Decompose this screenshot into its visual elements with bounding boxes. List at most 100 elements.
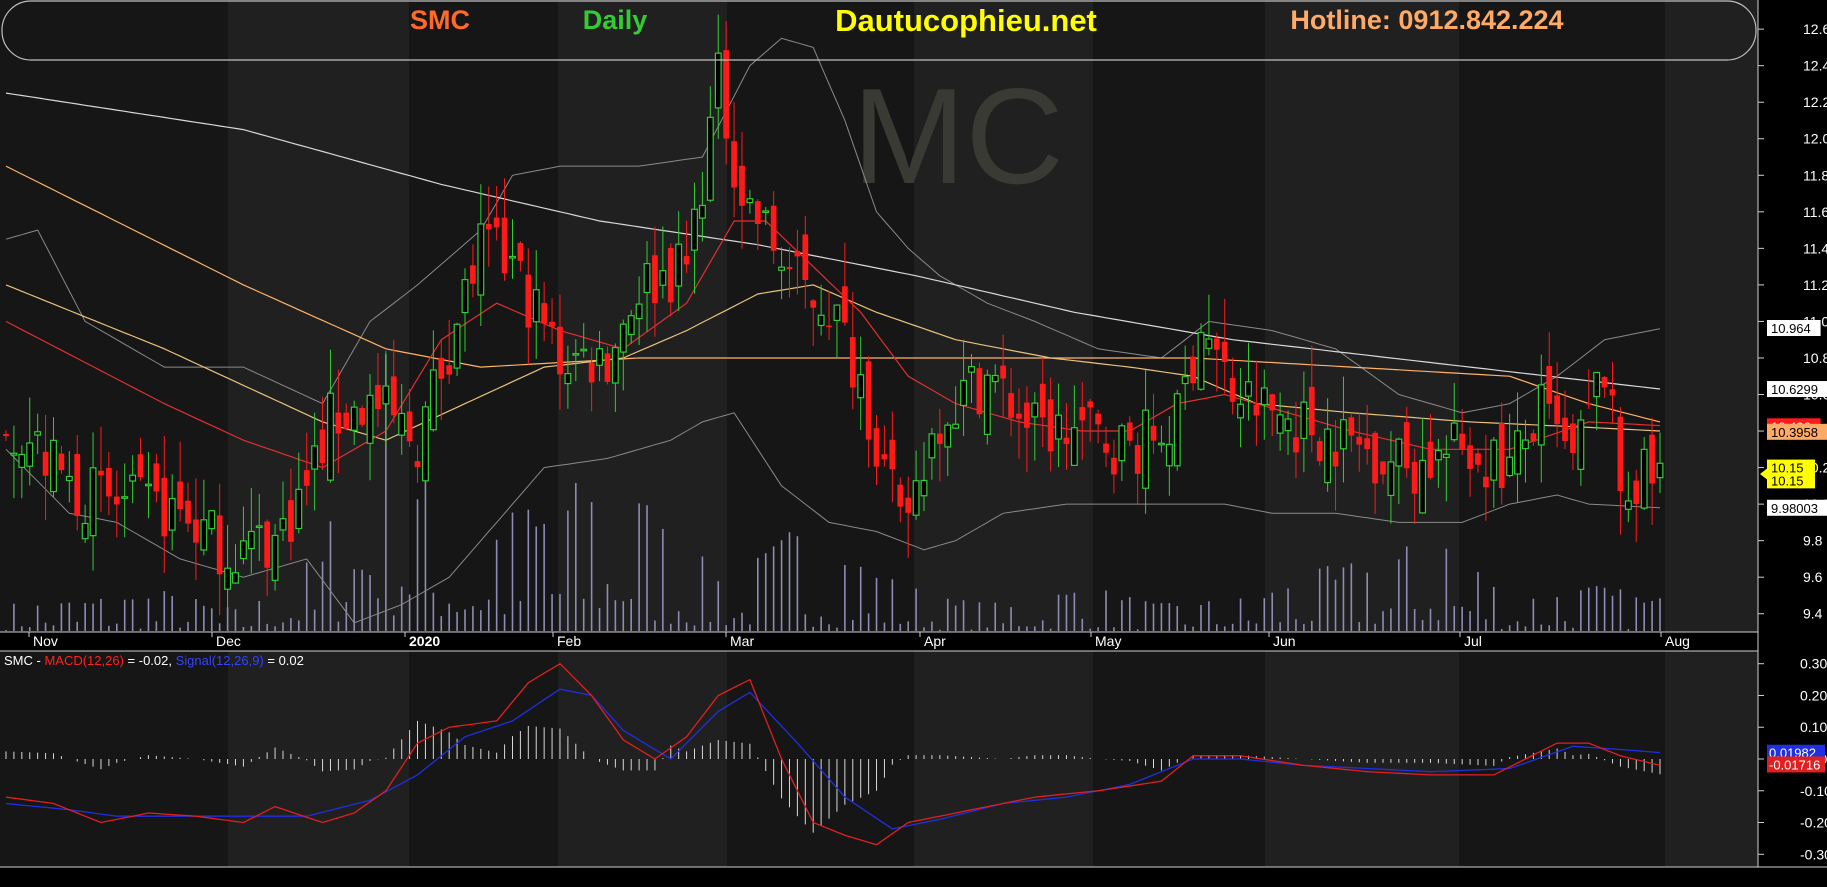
candle-body-down[interactable]	[98, 470, 104, 476]
candle-body-down[interactable]	[1459, 433, 1466, 450]
candle-body-up[interactable]	[675, 243, 683, 287]
candle-body-up[interactable]	[572, 352, 580, 356]
candle-body-down[interactable]	[786, 266, 793, 270]
candle-body-down[interactable]	[1150, 425, 1157, 441]
candle-body-down[interactable]	[889, 439, 896, 470]
candle-body-up[interactable]	[1514, 430, 1521, 475]
candle-body-up[interactable]	[746, 198, 754, 204]
candle-body-down[interactable]	[335, 412, 342, 434]
candle-body-down[interactable]	[319, 429, 326, 464]
candle-body-up[interactable]	[18, 453, 26, 468]
candle-body-down[interactable]	[810, 300, 817, 308]
candle-body-up[interactable]	[350, 406, 358, 431]
candle-body-down[interactable]	[652, 255, 658, 304]
candle-body-down[interactable]	[683, 256, 690, 265]
candle-body-down[interactable]	[1546, 366, 1553, 404]
candle-body-down[interactable]	[1633, 480, 1640, 504]
candle-body-up[interactable]	[34, 431, 42, 436]
candle-body-up[interactable]	[1055, 414, 1062, 440]
candle-body-down[interactable]	[470, 265, 476, 284]
candle-body-down[interactable]	[58, 453, 65, 471]
candle-body-up[interactable]	[619, 323, 627, 353]
candle-body-up[interactable]	[1237, 403, 1245, 419]
candle-body-down[interactable]	[3, 433, 9, 437]
candle-body-down[interactable]	[1617, 416, 1624, 491]
candle-body-up[interactable]	[200, 519, 208, 551]
candle-body-down[interactable]	[1016, 413, 1022, 419]
candle-body-up[interactable]	[129, 474, 137, 482]
candle-body-down[interactable]	[525, 274, 532, 328]
candle-body-down[interactable]	[802, 234, 809, 280]
candle-body-up[interactable]	[1434, 449, 1442, 461]
candle-body-down[interactable]	[754, 201, 761, 224]
candle-body-up[interactable]	[857, 374, 865, 399]
candle-body-up[interactable]	[1173, 393, 1181, 467]
candle-body-up[interactable]	[1640, 448, 1648, 509]
candle-body-down[interactable]	[1079, 407, 1086, 421]
candle-body-up[interactable]	[1181, 376, 1189, 385]
candle-body-down[interactable]	[936, 433, 943, 444]
candle-body-down[interactable]	[826, 325, 832, 328]
candle-body-down[interactable]	[390, 376, 397, 416]
candle-body-up[interactable]	[564, 373, 572, 385]
candle-body-down[interactable]	[905, 497, 912, 513]
candle-body-down[interactable]	[842, 286, 848, 323]
candle-body-up[interactable]	[983, 374, 991, 435]
candle-body-down[interactable]	[1475, 453, 1481, 465]
candle-body-up[interactable]	[833, 304, 841, 322]
candle-body-down[interactable]	[446, 365, 453, 375]
candle-body-down[interactable]	[865, 361, 872, 440]
candle-body-up[interactable]	[247, 530, 255, 550]
candle-body-up[interactable]	[762, 210, 770, 214]
candle-body-down[interactable]	[375, 384, 381, 410]
candle-body-up[interactable]	[1522, 439, 1529, 450]
candle-body-up[interactable]	[1395, 438, 1403, 467]
candle-body-down[interactable]	[976, 368, 983, 415]
candle-body-down[interactable]	[770, 205, 777, 251]
candle-body-up[interactable]	[1490, 439, 1498, 481]
candle-body-down[interactable]	[74, 453, 81, 517]
candle-body-up[interactable]	[366, 394, 374, 444]
candle-body-up[interactable]	[1442, 453, 1450, 459]
candle-body-up[interactable]	[1300, 401, 1308, 439]
candle-body-down[interactable]	[1229, 378, 1236, 402]
candle-body-up[interactable]	[421, 406, 429, 482]
candle-body-up[interactable]	[1339, 419, 1347, 450]
candle-body-up[interactable]	[477, 223, 485, 296]
stock-chart[interactable]: MC SMC Daily Dautucophieu.net Hotline: 0…	[0, 0, 1827, 882]
candle-body-down[interactable]	[1253, 404, 1260, 416]
candle-body-up[interactable]	[944, 424, 952, 448]
candle-body-up[interactable]	[698, 204, 706, 219]
candle-body-up[interactable]	[1142, 409, 1150, 489]
candle-body-up[interactable]	[1624, 500, 1632, 510]
candle-body-down[interactable]	[1095, 413, 1101, 425]
candle-body-down[interactable]	[1609, 389, 1616, 396]
candle-body-down[interactable]	[1103, 443, 1109, 453]
candle-body-up[interactable]	[1118, 425, 1126, 462]
candle-body-down[interactable]	[1403, 422, 1410, 469]
candle-body-down[interactable]	[42, 451, 49, 476]
candle-body-down[interactable]	[849, 337, 856, 388]
candle-body-down[interactable]	[1087, 401, 1094, 408]
candle-body-down[interactable]	[193, 519, 199, 543]
candle-body-down[interactable]	[1213, 338, 1220, 350]
candle-body-down[interactable]	[1498, 423, 1505, 489]
candle-body-up[interactable]	[1656, 462, 1664, 479]
candle-body-up[interactable]	[168, 497, 176, 531]
candle-body-up[interactable]	[295, 488, 303, 530]
candle-body-up[interactable]	[145, 483, 152, 487]
candle-body-down[interactable]	[1008, 393, 1014, 418]
candle-body-down[interactable]	[185, 500, 191, 524]
candle-body-down[interactable]	[723, 50, 730, 139]
candle-body-up[interactable]	[10, 452, 18, 456]
candle-body-down[interactable]	[1554, 395, 1560, 425]
candle-body-up[interactable]	[461, 279, 469, 314]
candle-body-up[interactable]	[382, 385, 390, 405]
candle-body-up[interactable]	[398, 412, 406, 436]
candle-body-down[interactable]	[1047, 399, 1054, 452]
candle-body-down[interactable]	[288, 500, 294, 542]
candle-body-down[interactable]	[1000, 365, 1006, 379]
candle-body-down[interactable]	[303, 470, 310, 486]
candle-body-up[interactable]	[596, 348, 603, 366]
candle-body-down[interactable]	[1483, 476, 1489, 488]
